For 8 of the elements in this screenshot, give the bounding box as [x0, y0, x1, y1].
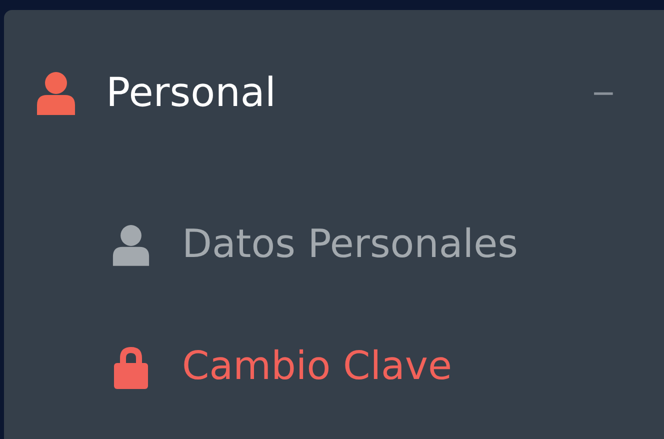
- user-icon: [36, 71, 76, 115]
- lock-icon: [112, 345, 150, 389]
- menu-item[interactable]: Cambio Clave: [4, 344, 452, 390]
- menu-title: Personal: [106, 70, 278, 116]
- collapse-toggle[interactable]: −: [590, 76, 616, 110]
- menu-header[interactable]: Personal −: [4, 58, 664, 128]
- menu-item[interactable]: Datos Personales: [4, 222, 518, 268]
- user-icon: [112, 223, 150, 267]
